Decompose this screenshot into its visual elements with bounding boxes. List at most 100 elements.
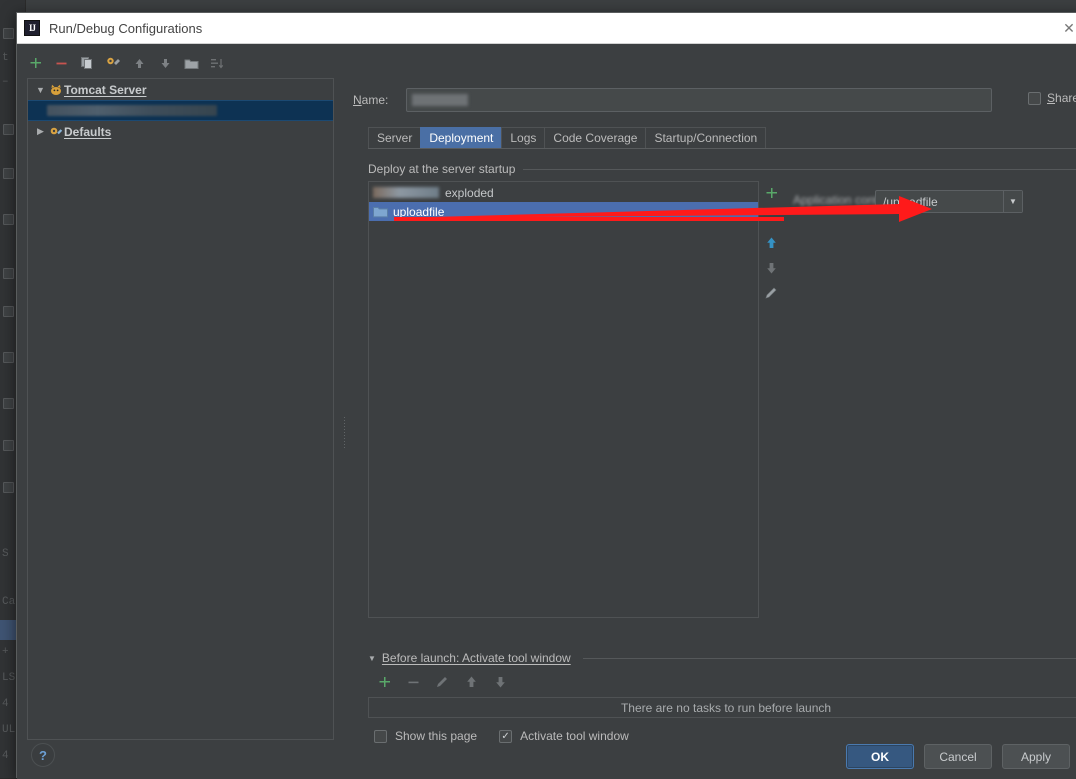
task-move-down-button[interactable] [490,672,510,692]
name-input[interactable] [406,88,992,112]
before-launch-toolbar [368,671,1076,693]
artifact-label: exploded [445,185,494,200]
application-context-area: Application context: /uploadfile ▼ [783,181,1076,618]
ghost-icon [3,268,14,279]
application-context-value: /uploadfile [883,194,938,209]
save-configuration-button[interactable] [103,53,123,73]
artifact-label: uploadfile [393,204,445,219]
dialog-titlebar: IJ Run/Debug Configurations ✕ [17,13,1076,44]
artifact-actions-toolbar [759,181,783,618]
deploy-caption: Deploy at the server startup [368,162,1076,176]
move-up-button[interactable] [129,53,149,73]
before-launch-label: Before launch: Activate tool window [381,651,571,665]
tab-startup-connection[interactable]: Startup/Connection [645,127,767,148]
name-label: Name: [353,93,389,107]
ghost-icon [3,214,14,225]
move-artifact-up-button[interactable] [761,233,781,253]
activate-tool-window-checkbox[interactable] [499,729,513,743]
before-launch-caption[interactable]: ▼ Before launch: Activate tool window [368,651,1076,665]
remove-task-button[interactable] [403,672,423,692]
apply-button[interactable]: Apply [1002,744,1070,769]
application-context-combobox[interactable]: /uploadfile ▼ [875,190,1023,213]
ghost-icon [3,482,14,493]
show-this-page-label: Show this page [395,729,478,743]
ghost-icon [3,440,14,451]
task-move-up-button[interactable] [461,672,481,692]
share-checkbox[interactable] [1028,91,1041,105]
configuration-editor-pane: Name: Share Server Deployment Logs Code … [350,44,1076,779]
edit-artifact-button[interactable] [761,283,781,303]
activate-tool-window-label: Activate tool window [520,729,629,743]
share-label: Share [1047,91,1076,105]
tab-deployment[interactable]: Deployment [420,127,503,148]
new-folder-button[interactable] [181,53,201,73]
share-checkbox-row[interactable]: Share [1028,91,1076,105]
ok-button[interactable]: OK [846,744,914,769]
redacted-configuration-name [47,105,217,116]
ghost-text: – [2,76,9,88]
dialog-title: Run/Debug Configurations [49,20,203,36]
sort-configurations-button[interactable] [207,53,227,73]
add-task-button[interactable] [374,672,394,692]
pane-splitter[interactable] [342,44,349,779]
tree-item-defaults[interactable]: ▶ Defaults [28,121,333,142]
artifact-row[interactable]: uploadfile [369,202,758,221]
before-launch-options: Show this page Activate tool window [368,729,1076,743]
ghost-icon [3,28,14,39]
defaults-gear-icon [47,125,64,138]
tab-server[interactable]: Server [368,127,422,148]
intellij-logo-icon: IJ [24,20,40,36]
before-launch-section: ▼ Before launch: Activate tool window Th… [368,651,1076,743]
chevron-down-icon[interactable]: ▼ [34,85,47,95]
caption-divider [582,657,1076,659]
dialog-button-bar: OK Cancel Apply [846,744,1070,769]
remove-configuration-button[interactable] [51,53,71,73]
redacted-name-value [412,94,468,106]
artifacts-list[interactable]: exploded uploadfile [368,181,759,618]
help-button[interactable]: ? [31,743,55,767]
ghost-text: t [2,52,9,64]
tab-code-coverage[interactable]: Code Coverage [544,127,647,148]
chevron-down-icon[interactable]: ▼ [1003,191,1022,212]
tree-item-label: Defaults [64,124,112,139]
redacted-artifact-prefix [373,187,439,198]
folder-icon [373,206,388,218]
add-artifact-button[interactable] [761,183,781,203]
configurations-tree[interactable]: ▼ Tomcat Server ▶ Defaults [27,78,334,740]
chevron-down-icon[interactable]: ▼ [368,654,376,663]
tab-logs[interactable]: Logs [501,127,546,148]
before-launch-empty-message: There are no tasks to run before launch [368,697,1076,718]
ghost-text: Ca [2,596,16,608]
cancel-button[interactable]: Cancel [924,744,992,769]
tree-item-selected-configuration[interactable] [28,100,333,121]
dialog-body: ▼ Tomcat Server ▶ Defaults ? Name: Share… [17,44,1076,779]
ghost-text: S [2,548,9,560]
chevron-right-icon[interactable]: ▶ [34,126,47,137]
copy-configuration-button[interactable] [77,53,97,73]
add-configuration-button[interactable] [25,53,45,73]
ghost-icon [3,124,14,135]
show-this-page-checkbox[interactable] [374,729,387,743]
deployment-section: Deploy at the server startup exploded up… [368,162,1076,618]
ghost-icon [3,398,14,409]
edit-task-button[interactable] [432,672,452,692]
configurations-toolbar [25,51,227,75]
deployment-body: exploded uploadfile Application context:… [368,181,1076,618]
tree-item-label: Tomcat Server [64,82,147,97]
tree-item-tomcat-server[interactable]: ▼ Tomcat Server [28,79,333,100]
splitter-grip[interactable] [343,416,347,448]
move-down-button[interactable] [155,53,175,73]
close-icon[interactable]: ✕ [1059,18,1076,38]
name-row: Name: [353,88,992,112]
ghost-icon [3,168,14,179]
ghost-text: LS [2,672,16,684]
ghost-text: UL [2,724,16,736]
caption-divider [523,168,1076,170]
run-debug-configurations-dialog: IJ Run/Debug Configurations ✕ ▼ Tomcat S… [16,12,1076,779]
remove-artifact-button[interactable] [761,208,781,228]
move-artifact-down-button[interactable] [761,258,781,278]
configuration-tabs: Server Deployment Logs Code Coverage Sta… [368,127,1076,149]
deploy-caption-label: Deploy at the server startup [368,162,516,176]
artifact-row[interactable]: exploded [369,183,758,202]
ghost-icon [3,306,14,317]
